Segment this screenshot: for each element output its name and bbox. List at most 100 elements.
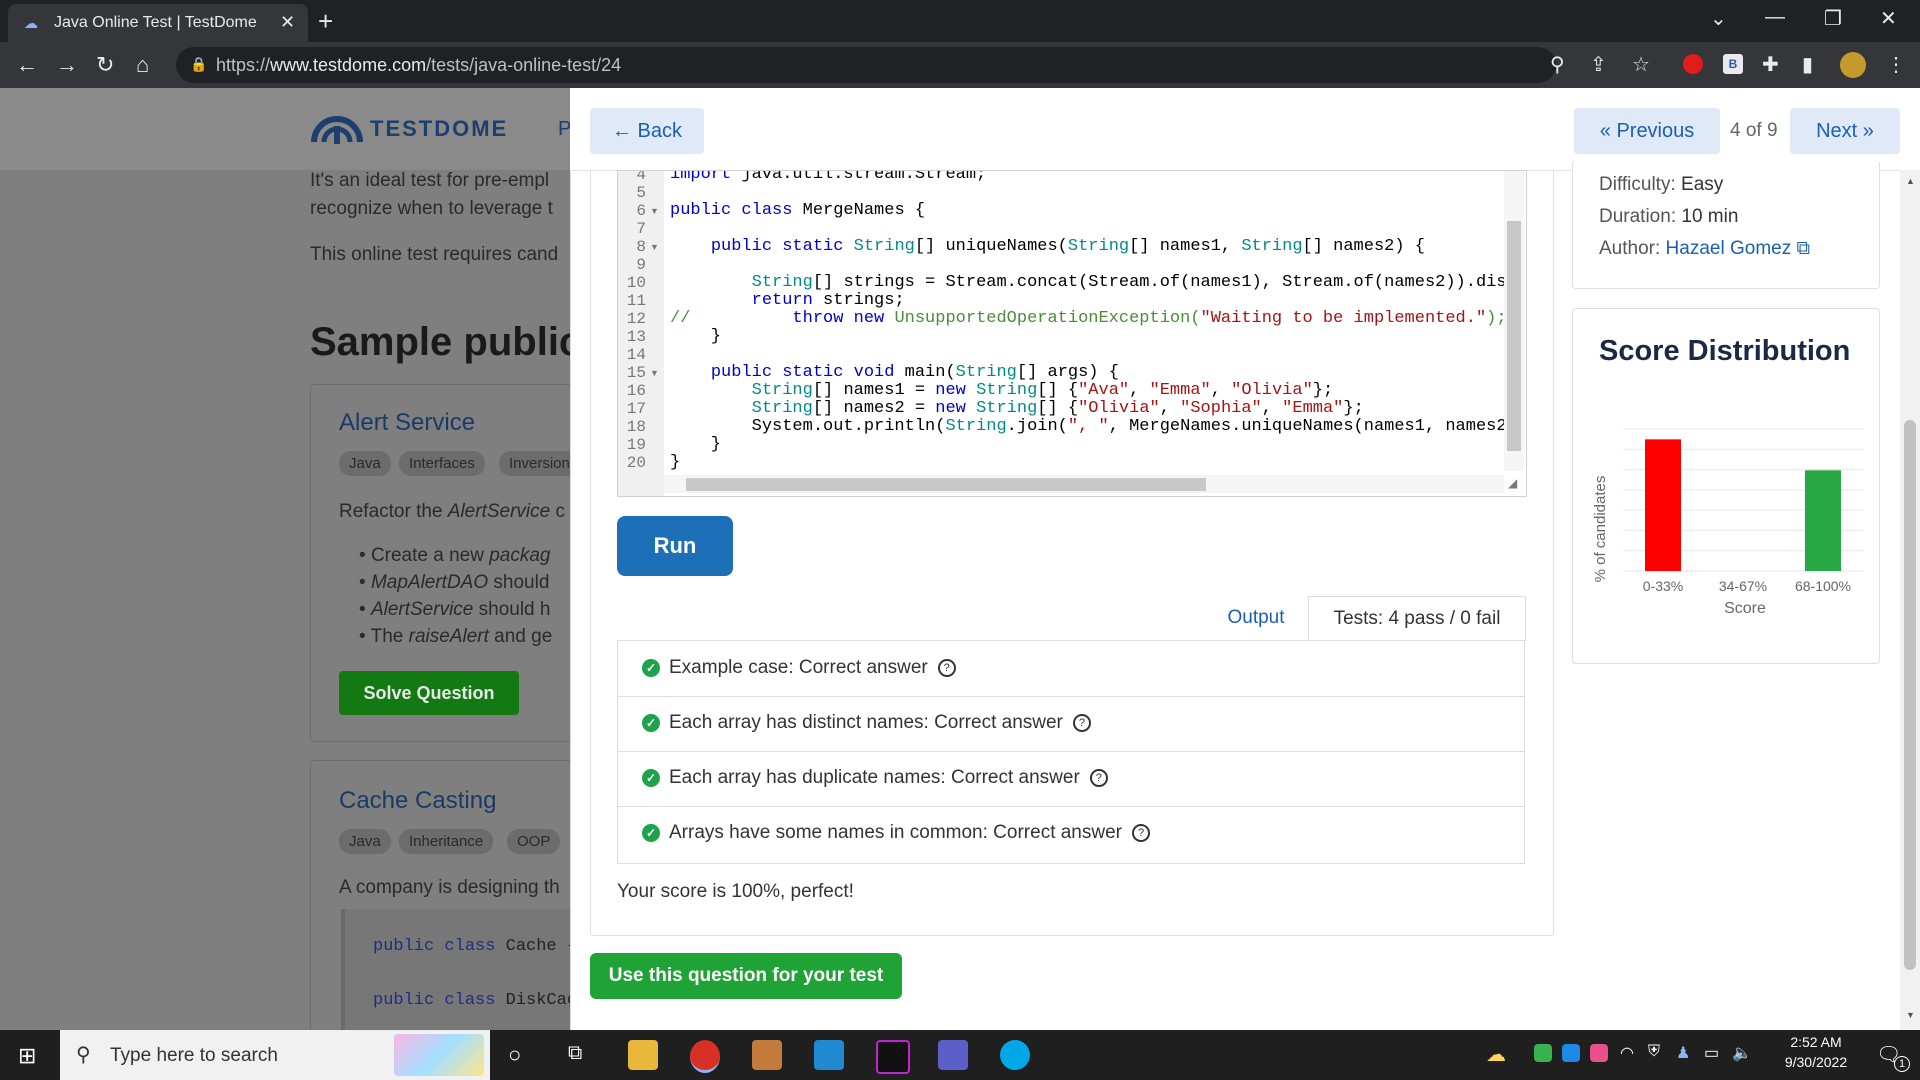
fold-arrow-icon[interactable]: ▼ bbox=[650, 206, 659, 216]
fold-arrow-icon[interactable]: ▼ bbox=[650, 368, 659, 378]
x-tick-label: 0-33% bbox=[1643, 578, 1683, 594]
page-vertical-scrollbar[interactable]: ▲ ▼ bbox=[1900, 170, 1920, 1030]
scroll-up-arrow-icon[interactable]: ▲ bbox=[1906, 176, 1915, 186]
profile-avatar-icon[interactable] bbox=[1840, 52, 1866, 78]
check-circle-icon: ✓ bbox=[642, 659, 660, 677]
run-button[interactable]: Run bbox=[617, 516, 733, 576]
maximize-icon[interactable]: ❐ bbox=[1824, 6, 1842, 31]
double-chevron-right-icon: » bbox=[1857, 120, 1874, 142]
side-panel-icon[interactable]: ▮ bbox=[1802, 52, 1813, 77]
weather-icon[interactable]: ☁ bbox=[1486, 1042, 1506, 1067]
bullet-item: • The raiseAlert and ge bbox=[359, 626, 553, 647]
tray-blue-icon[interactable] bbox=[1562, 1044, 1580, 1062]
vscode-icon[interactable] bbox=[814, 1040, 844, 1070]
library-app-icon[interactable] bbox=[752, 1040, 782, 1070]
line-number: 19 bbox=[626, 436, 646, 454]
code-area[interactable]: import java.util.stream.Stream; public c… bbox=[664, 171, 1504, 471]
back-arrow-icon[interactable]: ← bbox=[16, 52, 38, 78]
menu-kebab-icon[interactable]: ⋮ bbox=[1886, 52, 1906, 77]
close-window-icon[interactable]: ✕ bbox=[1880, 6, 1897, 31]
tag-inheritance[interactable]: Inheritance bbox=[399, 829, 494, 854]
resize-handle-icon[interactable]: ◢ bbox=[1508, 476, 1517, 490]
task-view-icon[interactable]: ⧉ bbox=[568, 1042, 582, 1065]
share-icon[interactable]: ⇪ bbox=[1590, 52, 1607, 77]
code-line-10: String[] strings = Stream.concat(Stream.… bbox=[751, 273, 1504, 292]
windows-start-icon[interactable]: ⊞ bbox=[18, 1043, 36, 1069]
back-button[interactable]: ← Back bbox=[590, 108, 704, 154]
code-line-4: import java.util.stream.Stream; bbox=[670, 171, 987, 184]
file-explorer-icon[interactable] bbox=[628, 1040, 658, 1070]
score-text: Your score is 100%, perfect! bbox=[617, 881, 854, 902]
system-clock[interactable]: 2:52 AM 9/30/2022 bbox=[1766, 1034, 1866, 1070]
reload-icon[interactable]: ↻ bbox=[96, 52, 114, 78]
bullet-item: • Create a new packag bbox=[359, 545, 551, 566]
line-number: 14 bbox=[626, 346, 646, 364]
scroll-down-arrow-icon[interactable]: ▼ bbox=[1906, 1010, 1915, 1020]
tab-output[interactable]: Output bbox=[1206, 596, 1306, 640]
extensions-puzzle-icon[interactable]: ✚ bbox=[1762, 52, 1779, 77]
test-result-row: ✓ Arrays have some names in common: Corr… bbox=[618, 806, 1524, 861]
adblock-extension-icon[interactable] bbox=[1683, 54, 1703, 74]
next-button[interactable]: Next » bbox=[1790, 108, 1900, 154]
editor-vertical-scrollbar[interactable] bbox=[1504, 171, 1524, 471]
tag-interfaces[interactable]: Interfaces bbox=[399, 451, 485, 476]
taskbar-search-box[interactable]: ⚲ Type here to search bbox=[60, 1030, 490, 1080]
help-icon[interactable]: ? bbox=[1089, 768, 1108, 787]
editor-vertical-scroll-thumb[interactable] bbox=[1507, 221, 1521, 451]
tray-pink-icon[interactable] bbox=[1590, 1044, 1608, 1062]
forward-arrow-icon[interactable]: → bbox=[56, 52, 78, 78]
test-result-row: ✓ Each array has distinct names: Correct… bbox=[618, 696, 1524, 752]
minimize-icon[interactable]: — bbox=[1765, 6, 1785, 29]
home-icon[interactable]: ⌂ bbox=[136, 52, 149, 78]
volume-icon[interactable]: 🔈 bbox=[1732, 1043, 1752, 1063]
tab-tests[interactable]: Tests: 4 pass / 0 fail bbox=[1308, 596, 1526, 641]
code-line-11: return strings; bbox=[751, 291, 905, 310]
teams-tray-icon[interactable]: ♟ bbox=[1676, 1043, 1690, 1063]
tag-java[interactable]: Java bbox=[339, 451, 391, 476]
fold-arrow-icon[interactable]: ▼ bbox=[650, 242, 659, 252]
tab-search-icon[interactable]: ⌄ bbox=[1710, 6, 1727, 31]
code-editor[interactable]: 4 5 6 ▼ 7 8 ▼ 9 10 11 12 13 14 15 ▼ 16 1… bbox=[617, 170, 1527, 497]
editor-horizontal-scrollbar[interactable] bbox=[664, 475, 1504, 493]
tag-java[interactable]: Java bbox=[339, 829, 391, 854]
line-number: 15 bbox=[626, 364, 646, 382]
external-link-icon[interactable]: ⧉ bbox=[1791, 238, 1810, 259]
tag-inversion[interactable]: Inversion bbox=[499, 451, 580, 476]
tray-green-icon[interactable] bbox=[1534, 1044, 1552, 1062]
bookmark-star-icon[interactable]: ☆ bbox=[1632, 52, 1650, 77]
score-distribution-chart: % of candidates 0-33% 34-67% 68-100% Score bbox=[1592, 428, 1863, 617]
close-tab-icon[interactable]: ✕ bbox=[280, 12, 295, 33]
address-bar[interactable]: 🔒 https://www.testdome.com/tests/java-on… bbox=[176, 47, 1556, 83]
section-heading: Sample public bbox=[310, 320, 582, 364]
test-result-text: Arrays have some names in common: Correc… bbox=[669, 822, 1150, 844]
wifi-icon[interactable]: ◠ bbox=[1620, 1043, 1634, 1063]
help-icon[interactable]: ? bbox=[937, 658, 956, 677]
bitwarden-extension-icon[interactable]: B bbox=[1723, 54, 1743, 74]
chrome-icon[interactable] bbox=[690, 1040, 720, 1073]
chart-bar-0-33% bbox=[1645, 439, 1681, 571]
editor-horizontal-scroll-thumb[interactable] bbox=[686, 478, 1206, 491]
help-icon[interactable]: ? bbox=[1072, 713, 1091, 732]
new-tab-button[interactable]: + bbox=[318, 6, 333, 37]
help-icon[interactable]: ? bbox=[1132, 823, 1150, 842]
use-question-button[interactable]: Use this question for your test bbox=[590, 953, 902, 999]
search-highlight-image-icon[interactable] bbox=[394, 1034, 484, 1076]
solve-question-button[interactable]: Solve Question bbox=[339, 671, 519, 715]
tag-oop[interactable]: OOP bbox=[507, 829, 561, 854]
author-link[interactable]: Hazael Gomez bbox=[1666, 238, 1792, 259]
url-text: https://www.testdome.com/tests/java-onli… bbox=[216, 55, 622, 75]
line-number: 11 bbox=[626, 292, 646, 310]
card-title: Cache Casting bbox=[339, 787, 497, 814]
cortana-icon[interactable]: ○ bbox=[508, 1042, 521, 1068]
browser-toolbar: ← → ↻ ⌂ 🔒 https://www.testdome.com/tests… bbox=[0, 42, 1920, 88]
teams-icon[interactable] bbox=[938, 1040, 968, 1070]
skype-icon[interactable] bbox=[1000, 1040, 1030, 1070]
security-shield-icon[interactable]: ⛨ bbox=[1648, 1043, 1660, 1061]
battery-icon[interactable]: ▭ bbox=[1704, 1043, 1719, 1063]
zoom-icon[interactable]: ⚲ bbox=[1550, 52, 1565, 77]
browser-tab[interactable]: ☁ Java Online Test | TestDome ✕ bbox=[8, 4, 308, 42]
bullet-item: • MapAlertDAO should bbox=[359, 572, 550, 593]
previous-button[interactable]: « Previous bbox=[1574, 108, 1720, 154]
intellij-icon[interactable] bbox=[876, 1040, 910, 1074]
page-scroll-thumb[interactable] bbox=[1904, 420, 1916, 970]
